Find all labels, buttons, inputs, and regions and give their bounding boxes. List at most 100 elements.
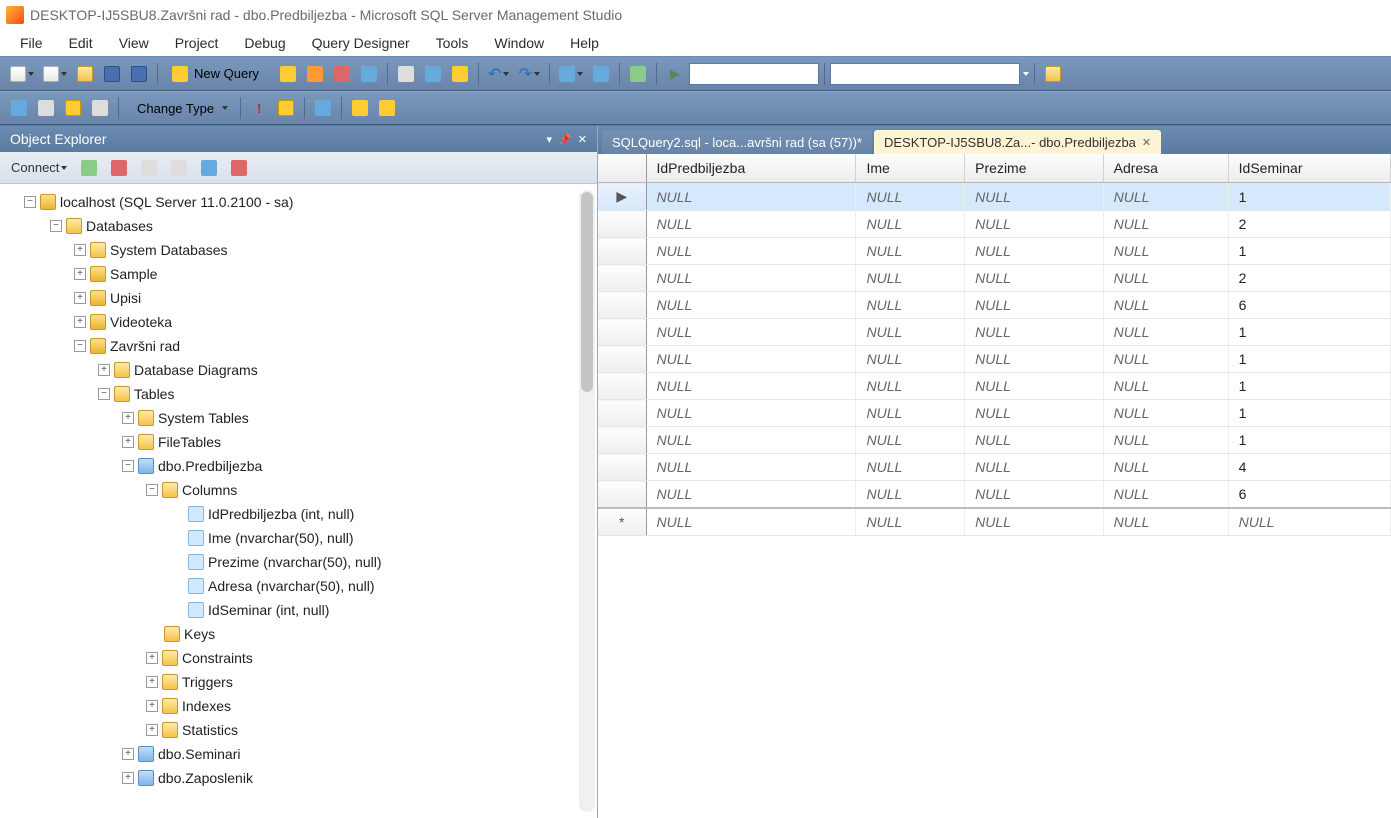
tree-indexes-node[interactable]: +Indexes	[6, 694, 593, 718]
cell[interactable]: NULL	[1228, 508, 1390, 536]
cell[interactable]: NULL	[646, 292, 856, 319]
expand-icon[interactable]: +	[146, 676, 158, 688]
cell[interactable]: NULL	[1103, 400, 1228, 427]
cell[interactable]: NULL	[856, 238, 965, 265]
redo-button[interactable]: ↷	[514, 61, 543, 87]
panel-dropdown-icon[interactable]: ▾	[547, 133, 553, 146]
connect-oe-icon[interactable]	[76, 155, 102, 181]
refresh-icon[interactable]	[196, 155, 222, 181]
table-row[interactable]: NULLNULLNULLNULL1	[598, 373, 1391, 400]
tree-statistics-node[interactable]: +Statistics	[6, 718, 593, 742]
cell[interactable]: NULL	[1103, 508, 1228, 536]
cell[interactable]: NULL	[1103, 454, 1228, 481]
tree-active-table-node[interactable]: −dbo.Predbiljezba	[6, 454, 593, 478]
row-selector-header[interactable]	[598, 154, 646, 183]
solution-combo[interactable]	[689, 63, 819, 85]
tree-column-node[interactable]: Adresa (nvarchar(50), null)	[6, 574, 593, 598]
execute-sql-button[interactable]: !	[246, 95, 272, 121]
expand-icon[interactable]: +	[122, 748, 134, 760]
cell[interactable]: NULL	[646, 183, 856, 211]
column-header[interactable]: Ime	[856, 154, 965, 183]
change-type-button[interactable]: Change Type	[124, 95, 235, 121]
tree-table-node[interactable]: +dbo.Seminari	[6, 742, 593, 766]
cell[interactable]: NULL	[856, 211, 965, 238]
tree-keys-node[interactable]: Keys	[6, 622, 593, 646]
cell[interactable]: NULL	[965, 400, 1103, 427]
expand-icon[interactable]: +	[74, 292, 86, 304]
tree-db-node[interactable]: +Videoteka	[6, 310, 593, 334]
cell[interactable]: NULL	[646, 211, 856, 238]
cell[interactable]: 2	[1228, 211, 1390, 238]
cell[interactable]: NULL	[856, 454, 965, 481]
row-selector[interactable]	[598, 454, 646, 481]
cell[interactable]: NULL	[856, 319, 965, 346]
save-button[interactable]	[99, 61, 125, 87]
cell[interactable]: 1	[1228, 183, 1390, 211]
expand-icon[interactable]: +	[146, 652, 158, 664]
cell[interactable]: 2	[1228, 265, 1390, 292]
cell[interactable]: 1	[1228, 373, 1390, 400]
menu-help[interactable]: Help	[558, 32, 611, 54]
table-row[interactable]: NULLNULLNULLNULL4	[598, 454, 1391, 481]
tree-constraints-node[interactable]: +Constraints	[6, 646, 593, 670]
tree-tables-node[interactable]: −Tables	[6, 382, 593, 406]
tab-table-data[interactable]: DESKTOP-IJ5SBU8.Za...- dbo.Predbiljezba✕	[874, 130, 1161, 154]
expand-icon[interactable]: +	[98, 364, 110, 376]
row-selector[interactable]	[598, 481, 646, 509]
cell[interactable]: 6	[1228, 481, 1390, 509]
nav-back-button[interactable]	[555, 61, 587, 87]
object-explorer-tree[interactable]: −localhost (SQL Server 11.0.2100 - sa) −…	[0, 184, 597, 818]
table-row[interactable]: NULLNULLNULLNULL1	[598, 346, 1391, 373]
connect-button[interactable]: Connect	[6, 155, 72, 181]
expand-icon[interactable]: +	[74, 244, 86, 256]
row-selector[interactable]: ▶	[598, 183, 646, 211]
cell[interactable]: NULL	[965, 427, 1103, 454]
collapse-icon[interactable]: −	[98, 388, 110, 400]
cell[interactable]: NULL	[965, 183, 1103, 211]
cell[interactable]: NULL	[646, 454, 856, 481]
tree-column-node[interactable]: Prezime (nvarchar(50), null)	[6, 550, 593, 574]
collapse-icon[interactable]: −	[50, 220, 62, 232]
cell[interactable]: NULL	[1103, 346, 1228, 373]
cell[interactable]: 1	[1228, 400, 1390, 427]
row-selector[interactable]	[598, 211, 646, 238]
table-row[interactable]: NULLNULLNULLNULL6	[598, 292, 1391, 319]
cell[interactable]: 4	[1228, 454, 1390, 481]
tree-active-db-node[interactable]: −Završni rad	[6, 334, 593, 358]
cell[interactable]: NULL	[856, 346, 965, 373]
cell[interactable]: NULL	[965, 319, 1103, 346]
tree-column-node[interactable]: IdSeminar (int, null)	[6, 598, 593, 622]
cell[interactable]: NULL	[856, 183, 965, 211]
tree-databases-node[interactable]: −Databases	[6, 214, 593, 238]
paste-button[interactable]	[447, 61, 473, 87]
cell[interactable]: NULL	[965, 508, 1103, 536]
filter-icon[interactable]	[166, 155, 192, 181]
cell[interactable]: NULL	[965, 238, 1103, 265]
collapse-icon[interactable]: −	[24, 196, 36, 208]
cell[interactable]: 6	[1228, 292, 1390, 319]
row-selector[interactable]	[598, 238, 646, 265]
expand-icon[interactable]: +	[146, 724, 158, 736]
open-button[interactable]	[72, 61, 98, 87]
cell[interactable]: NULL	[646, 508, 856, 536]
expand-icon[interactable]: +	[74, 268, 86, 280]
row-selector[interactable]	[598, 265, 646, 292]
column-header[interactable]: Adresa	[1103, 154, 1228, 183]
results-grid[interactable]: IdPredbiljezbaImePrezimeAdresaIdSeminar …	[598, 154, 1391, 536]
tree-diagrams-node[interactable]: +Database Diagrams	[6, 358, 593, 382]
cell[interactable]: NULL	[965, 373, 1103, 400]
menu-file[interactable]: File	[8, 32, 55, 54]
execute-button[interactable]: ▶	[662, 61, 688, 87]
cut-button[interactable]	[393, 61, 419, 87]
cell[interactable]: NULL	[1103, 238, 1228, 265]
panel-close-icon[interactable]: ✕	[578, 133, 587, 146]
tree-table-node[interactable]: +dbo.Zaposlenik	[6, 766, 593, 790]
tree-column-node[interactable]: Ime (nvarchar(50), null)	[6, 526, 593, 550]
stop-icon[interactable]	[136, 155, 162, 181]
new-query-button[interactable]: New Query	[163, 61, 274, 87]
cell[interactable]: NULL	[646, 427, 856, 454]
cell[interactable]: NULL	[965, 292, 1103, 319]
row-selector[interactable]	[598, 319, 646, 346]
menu-tools[interactable]: Tools	[424, 32, 481, 54]
tree-system-tables-node[interactable]: +System Tables	[6, 406, 593, 430]
